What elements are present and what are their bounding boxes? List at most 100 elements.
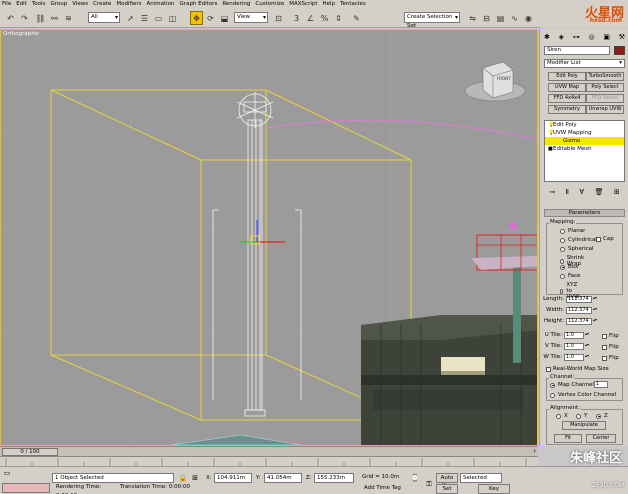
configure-sets-icon[interactable]: ⊞ [614, 188, 620, 196]
map-channel-input[interactable]: 1 [594, 381, 608, 388]
menu-item-modifiers[interactable]: Modifiers [116, 0, 141, 9]
maxscript-mini-listener[interactable] [2, 483, 50, 493]
menu-item-tentacles[interactable]: Tentacles [340, 0, 366, 9]
menu-item-group[interactable]: Group [50, 0, 67, 9]
auto-key-button[interactable]: Auto Key [436, 473, 458, 489]
mapping-radio-spherical[interactable]: Spherical [560, 246, 594, 252]
select-scale-icon[interactable]: ⬓ [218, 11, 231, 25]
wtile-input[interactable]: 1.0 [564, 354, 584, 361]
menu-item-views[interactable]: Views [72, 0, 88, 9]
modifier-list-dropdown[interactable]: Modifier List [544, 59, 625, 68]
spinner-icon[interactable]: ▴▾ [593, 318, 597, 325]
parameters-rollout-title[interactable]: Parameters [544, 209, 625, 217]
spinner-icon[interactable]: ▴▾ [585, 343, 589, 350]
stack-item-editable-mesh[interactable]: ■Editable Mesh [545, 145, 624, 153]
v-flip-checkbox[interactable]: Flip [602, 344, 619, 350]
remove-modifier-icon[interactable]: 🗑 [595, 188, 604, 196]
time-slider-track[interactable]: 0 / 100 › [0, 446, 538, 456]
mapping-radio-xyz-to-uvw[interactable]: XYZ to UVW [560, 282, 581, 300]
modify-tab-icon[interactable]: ◈ [559, 33, 564, 43]
menu-item-graph-editors[interactable]: Graph Editors [180, 0, 218, 9]
edit-named-selection-icon[interactable]: ✎ [350, 11, 363, 25]
w-flip-checkbox[interactable]: Flip [602, 355, 619, 361]
key-filters-button[interactable]: Key Filters... [478, 484, 510, 494]
ffd-4x4x4-button[interactable]: FFD 4x4x4 [548, 94, 586, 103]
object-name-input[interactable]: Siren [544, 46, 610, 55]
absolute-mode-icon[interactable]: ⊞ [190, 473, 200, 483]
window-crossing-icon[interactable]: ◫ [166, 11, 179, 25]
z-coordinate-input[interactable]: 155.233m [314, 473, 354, 483]
menu-item-create[interactable]: Create [93, 0, 111, 9]
show-end-result-icon[interactable]: Ⅱ [566, 188, 569, 196]
stack-item-edit-poly[interactable]: 💡Edit Poly [545, 121, 624, 129]
display-tab-icon[interactable]: ▣ [603, 33, 610, 43]
undo-icon[interactable]: ↶ [4, 11, 17, 25]
width-input[interactable]: 112.374 [566, 307, 592, 314]
poly-select-button[interactable]: Poly Select [586, 83, 624, 92]
menu-item-maxscript[interactable]: MAXScript [289, 0, 317, 9]
edit-poly-button[interactable]: Edit Poly [548, 72, 586, 81]
track-bar[interactable] [0, 456, 538, 466]
material-editor-icon[interactable]: ◉ [522, 11, 535, 25]
real-world-map-size-checkbox[interactable]: Real-World Map Size [546, 366, 609, 372]
set-key-button[interactable]: Set Key [436, 484, 458, 494]
ffd-select-button[interactable]: FFD Select [586, 94, 624, 103]
stack-item-uvw-mapping[interactable]: 💡UVW Mapping [545, 129, 624, 137]
utile-input[interactable]: 1.0 [564, 332, 584, 339]
make-unique-icon[interactable]: ∀ [579, 188, 584, 196]
cap-checkbox[interactable]: Cap [596, 236, 614, 242]
viewcube-face-label[interactable]: FRONT [497, 76, 511, 81]
create-tab-icon[interactable]: ✱ [544, 33, 550, 43]
mapping-radio-planar[interactable]: Planar [560, 228, 585, 234]
height-input[interactable]: 112.374 [566, 318, 592, 325]
hierarchy-tab-icon[interactable]: ⊶ [573, 33, 580, 43]
utilities-tab-icon[interactable]: ⚒ [619, 33, 625, 43]
menu-item-tools[interactable]: Tools [32, 0, 46, 9]
viewport-label[interactable]: Orthographic [3, 31, 39, 37]
time-tag-icon[interactable]: ⌚ [410, 473, 420, 483]
key-icon[interactable]: ⚿ [424, 479, 434, 489]
turbosmooth-button[interactable]: TurboSmooth [586, 72, 624, 81]
key-mode-dropdown[interactable]: Selected [460, 473, 502, 483]
spinner-snap-icon[interactable]: ⇕ [332, 11, 345, 25]
selection-lock-icon[interactable]: 🔒 [178, 473, 188, 483]
next-frame-icon[interactable]: › [533, 447, 536, 455]
snap-toggle-icon[interactable]: 3 [290, 11, 303, 25]
object-color-swatch[interactable] [614, 46, 625, 55]
pivot-center-icon[interactable]: ⊡ [272, 11, 285, 25]
spinner-icon[interactable]: ▴▾ [585, 332, 589, 339]
percent-snap-icon[interactable]: % [318, 11, 331, 25]
align-z-radio[interactable]: Z [596, 413, 608, 419]
align-icon[interactable]: ⊟ [480, 11, 493, 25]
menu-item-help[interactable]: Help [323, 0, 336, 9]
spinner-icon[interactable]: ▴▾ [585, 354, 589, 361]
menu-item-animation[interactable]: Animation [147, 0, 175, 9]
u-flip-checkbox[interactable]: Flip [602, 333, 619, 339]
x-coordinate-input[interactable]: 104.911m [214, 473, 252, 483]
y-coordinate-input[interactable]: 41.054m [264, 473, 302, 483]
reference-coordinate-dropdown[interactable]: View [234, 12, 268, 23]
select-by-name-icon[interactable]: ☰ [138, 11, 151, 25]
layer-manager-icon[interactable]: ▤ [494, 11, 507, 25]
map-channel-radio[interactable]: Map Channel: [550, 382, 596, 388]
unlink-icon[interactable]: ⚯ [48, 11, 61, 25]
maxscript-listener-icon[interactable]: ▭ [2, 468, 12, 478]
stack-item-gizmo[interactable]: Gizmo [545, 137, 624, 145]
vertex-color-channel-radio[interactable]: Vertex Color Channel [550, 392, 616, 398]
motion-tab-icon[interactable]: ◎ [588, 33, 594, 43]
time-slider[interactable]: 0 / 100 [2, 448, 58, 456]
align-y-radio[interactable]: Y [576, 413, 587, 419]
mapping-radio-box[interactable]: Box [560, 264, 578, 270]
menu-item-rendering[interactable]: Rendering [222, 0, 250, 9]
pin-stack-icon[interactable]: ⊸ [549, 188, 555, 196]
spinner-icon[interactable]: ▴▾ [593, 296, 597, 303]
center-button[interactable]: Center [586, 434, 616, 443]
select-move-icon[interactable]: ✥ [190, 11, 203, 25]
redo-icon[interactable]: ↷ [18, 11, 31, 25]
link-icon[interactable]: ⛓ [34, 11, 47, 25]
select-object-icon[interactable]: ➚ [124, 11, 137, 25]
selection-filter-dropdown[interactable]: All [88, 12, 120, 23]
mapping-radio-cylindrical[interactable]: Cylindrical [560, 237, 597, 243]
manipulate-button[interactable]: Manipulate [562, 421, 606, 430]
spinner-icon[interactable]: ▴▾ [593, 307, 597, 314]
